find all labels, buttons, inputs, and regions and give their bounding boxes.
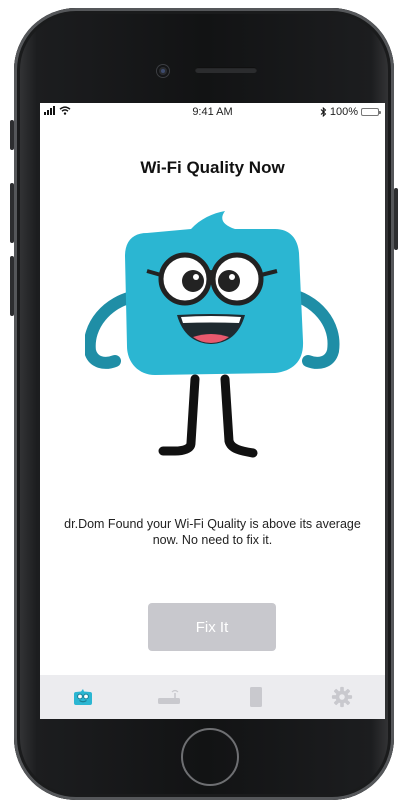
mute-switch [10,120,14,150]
volume-down-button [10,256,14,316]
bluetooth-icon [320,107,327,117]
phone-icon [249,687,262,707]
tab-settings[interactable] [299,675,385,719]
home-button[interactable] [181,728,239,786]
page-title: Wi-Fi Quality Now [140,158,285,177]
earpiece-speaker [195,67,257,73]
front-camera [157,65,169,77]
tab-dr-dom[interactable] [40,675,126,719]
battery-percent: 100% [329,106,358,118]
power-button [394,188,398,250]
status-message: dr.Dom Found your Wi-Fi Quality is above… [64,517,361,547]
app-screen: 9:41 AM 100% Wi-Fi Quality Now dr.Dom Fo… [40,103,385,719]
tab-router[interactable] [126,675,212,719]
fix-it-button[interactable]: Fix It [148,603,276,651]
dr-dom-mascot-illustration [85,211,340,458]
volume-up-button [10,183,14,243]
status-bar: 9:41 AM 100% [40,103,385,120]
gear-icon [331,686,352,708]
robot-icon [74,689,93,705]
router-icon [158,689,181,704]
battery-icon [361,108,381,116]
tab-bar [40,675,385,719]
tab-device[interactable] [213,675,299,719]
status-right: 100% [320,106,381,118]
